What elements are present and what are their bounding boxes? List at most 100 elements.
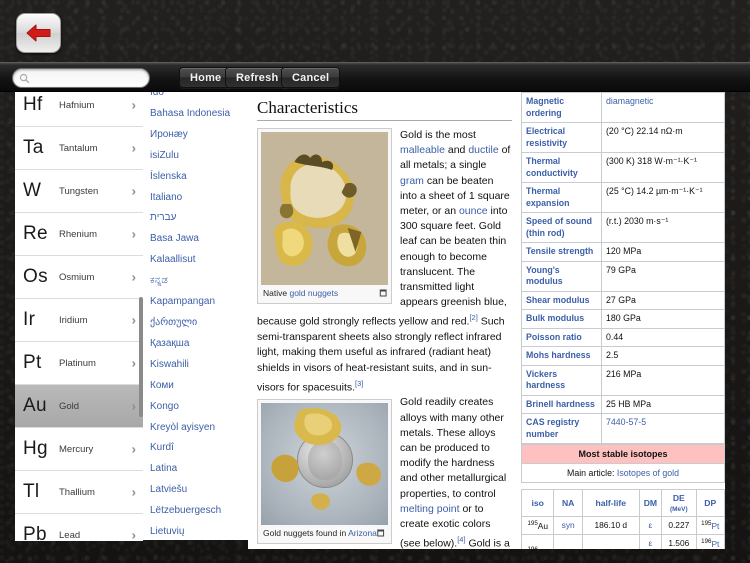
language-item[interactable]: isiZulu <box>150 146 248 167</box>
infobox-row: Thermal conductivity (300 K) 318 W·m⁻¹·K⁻… <box>521 152 725 183</box>
element-row-osmium[interactable]: Os Osmium › <box>15 256 143 299</box>
element-symbol: Ta <box>23 137 44 158</box>
infobox-property-value: 0.44 <box>601 327 725 347</box>
element-row-platinum[interactable]: Pt Platinum › <box>15 342 143 385</box>
wiki-link[interactable]: malleable <box>400 144 445 156</box>
language-item[interactable]: Kalaallisut <box>150 250 248 271</box>
wiki-link[interactable]: melting point <box>400 503 460 515</box>
isotope-abundance[interactable]: syn <box>553 533 583 549</box>
isotope-column-header: half-life <box>581 489 640 517</box>
language-item[interactable]: Иронæу <box>150 125 248 146</box>
caption-text: Gold nuggets found in <box>263 528 349 539</box>
isotope-name: 195Au <box>521 516 555 535</box>
page-title: Characteristics <box>257 98 512 121</box>
search-field[interactable] <box>12 68 150 88</box>
infobox-row: Tensile strength 120 MPa <box>521 242 725 262</box>
element-row-tungsten[interactable]: W Tungsten › <box>15 170 143 213</box>
element-row-lead[interactable]: Pb Lead › <box>15 514 143 541</box>
infobox-property-label: Shear modulus <box>521 290 602 310</box>
infobox-row: Shear modulus 27 GPa <box>521 290 725 310</box>
element-symbol: Hf <box>23 94 43 115</box>
isotope-decay-product[interactable]: 195Pt <box>695 516 725 535</box>
isotope-decay-product[interactable]: 196Pt <box>695 533 725 549</box>
element-row-tantalum[interactable]: Ta Tantalum › <box>15 127 143 170</box>
element-row-thallium[interactable]: Tl Thallium › <box>15 471 143 514</box>
element-row-gold[interactable]: Au Gold › <box>15 385 143 428</box>
infobox-property-label: Poisson ratio <box>521 327 602 347</box>
isotope-decay-mode: ε <box>638 533 663 549</box>
language-item[interactable]: Italiano <box>150 188 248 209</box>
isotopes-of-gold-link[interactable]: Isotopes of gold <box>617 468 679 478</box>
element-symbol: Pt <box>23 352 42 373</box>
figure-arizona-nuggets[interactable]: Gold nuggets found in Arizona🗖 <box>257 399 392 545</box>
language-item[interactable]: Íslenska <box>150 167 248 188</box>
back-button[interactable] <box>16 13 61 53</box>
language-item[interactable]: Kiswahili <box>150 355 248 376</box>
element-row-rhenium[interactable]: Re Rhenium › <box>15 213 143 256</box>
refresh-button[interactable]: Refresh <box>225 67 290 88</box>
infobox-property-value: 25 HB MPa <box>601 394 725 414</box>
language-item[interactable]: Lëtzebuergesch <box>150 501 248 522</box>
language-item[interactable]: Lietuvių <box>150 522 248 540</box>
element-symbol: Tl <box>23 481 40 502</box>
isotopes-header: Most stable isotopes <box>521 444 725 464</box>
language-item[interactable]: Ido <box>150 92 248 104</box>
infobox-property-label: Tensile strength <box>521 242 602 262</box>
language-item[interactable]: Bahasa Indonesia <box>150 104 248 125</box>
infobox-property-label: Thermal conductivity <box>521 152 602 183</box>
language-item[interactable]: Kongo <box>150 397 248 418</box>
language-item[interactable]: Latviešu <box>150 480 248 501</box>
language-item[interactable]: Kreyòl ayisyen <box>150 418 248 439</box>
infobox-property-value[interactable]: 7440-57-5 <box>601 413 725 444</box>
search-input[interactable] <box>33 72 143 84</box>
cancel-button[interactable]: Cancel <box>281 67 341 88</box>
language-item[interactable]: Latina <box>150 459 248 480</box>
language-item[interactable]: ქართული <box>150 313 248 334</box>
language-item[interactable]: עברית <box>150 208 248 229</box>
caption-link[interactable]: Arizona <box>348 528 377 538</box>
chevron-right-icon: › <box>131 226 136 242</box>
language-item[interactable]: Basa Jawa <box>150 229 248 250</box>
element-name: Tungsten <box>59 185 99 197</box>
infobox-row: Thermal expansion (25 °C) 14.2 µm·m⁻¹·K⁻¹ <box>521 182 725 213</box>
expand-icon[interactable]: 🗖 <box>377 529 385 538</box>
infobox-row: Magnetic ordering diamagnetic <box>521 92 725 123</box>
language-list[interactable]: Ido Bahasa Indonesia Иронæу isiZulu Íslenska… <box>143 92 248 540</box>
language-item[interactable]: Коми <box>150 376 248 397</box>
wiki-link[interactable]: ounce <box>459 205 488 217</box>
chevron-right-icon: › <box>131 140 136 156</box>
chevron-right-icon: › <box>131 183 136 199</box>
language-item[interactable]: Kurdî <box>150 438 248 459</box>
element-row-iridium[interactable]: Ir Iridium › <box>15 299 143 342</box>
wiki-link[interactable]: ductile <box>468 144 498 156</box>
caption-link[interactable]: gold nuggets <box>289 288 338 298</box>
isotope-decay-energy: 1.506 <box>661 533 697 549</box>
figure-native-gold-nuggets[interactable]: Native gold nuggets 🗖 <box>257 128 392 304</box>
language-item[interactable]: Kapampangan <box>150 292 248 313</box>
expand-icon[interactable]: 🗖 <box>379 288 387 299</box>
element-list[interactable]: Hf Hafnium › Ta Tantalum › W Tungsten › Re Rhenium… <box>15 92 143 541</box>
infobox-row: Speed of sound (thin rod) (r.t.) 2030 m·s… <box>521 212 725 243</box>
element-row-hafnium[interactable]: Hf Hafnium › <box>15 92 143 127</box>
language-item[interactable]: ಕನ್ನಡ <box>150 271 248 292</box>
infobox-property-value[interactable]: diamagnetic <box>601 92 725 123</box>
element-name: Rhenium <box>59 228 98 240</box>
infobox-property-value: (20 °C) 22.14 nΩ·m <box>601 122 725 153</box>
infobox-row: Poisson ratio 0.44 <box>521 327 725 347</box>
infobox-property-value: (25 °C) 14.2 µm·m⁻¹·K⁻¹ <box>601 182 725 213</box>
reference-marker[interactable]: [4] <box>457 535 465 544</box>
wiki-link[interactable]: gram <box>400 175 424 187</box>
language-list-scrollbar[interactable] <box>139 297 143 417</box>
page-bottom-edge <box>0 549 750 563</box>
top-bar <box>0 0 750 62</box>
infobox-row: Young's modulus 79 GPa <box>521 260 725 292</box>
article-pane[interactable]: Characteristics Native gold nuggets 🗖 Go… <box>248 92 521 549</box>
isotope-abundance[interactable]: syn <box>553 516 583 535</box>
infobox-property-label: Bulk modulus <box>521 309 602 329</box>
isotope-column-header: NA <box>553 489 583 517</box>
reference-marker[interactable]: [3] <box>355 379 363 388</box>
reference-marker[interactable]: [2] <box>469 313 477 322</box>
isotope-half-life: 6.183 d <box>581 533 640 549</box>
element-row-mercury[interactable]: Hg Mercury › <box>15 428 143 471</box>
language-item[interactable]: Қазақша <box>150 334 248 355</box>
